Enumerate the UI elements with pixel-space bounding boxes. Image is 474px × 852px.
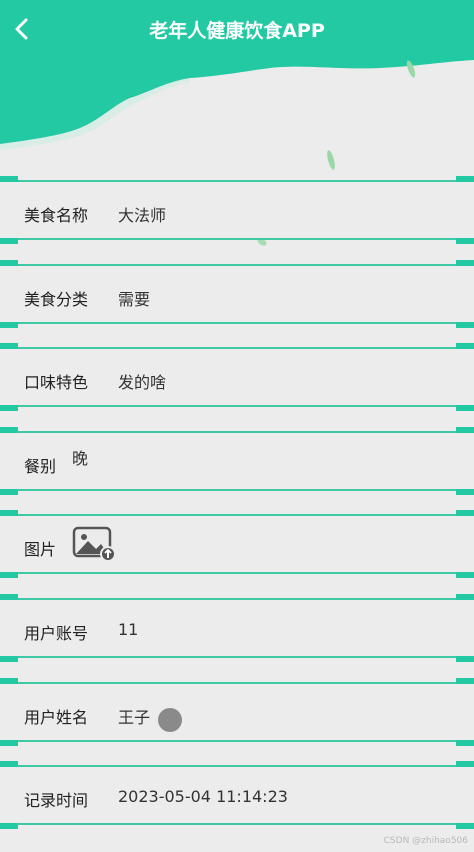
field-label: 图片 [24,540,57,559]
watermark: CSDN @zhihao506 [383,836,468,846]
touch-cursor-indicator [158,708,182,732]
leaf-icon [327,150,335,170]
field-label: 餐别 [24,457,57,476]
decorative-wave [0,58,474,150]
field-meal-type: 餐别 晚 [0,427,474,495]
field-value[interactable]: 王子 [118,704,150,728]
field-value[interactable]: 2023-05-04 11:14:23 [118,787,288,806]
field-taste: 口味特色 发的啥 [0,343,474,411]
field-record-time: 记录时间 2023-05-04 11:14:23 [0,761,474,829]
field-label: 用户姓名 [24,708,89,727]
top-bar: 老年人健康饮食APP [0,0,474,58]
field-label: 美食名称 [24,206,89,225]
field-food-name: 美食名称 大法师 [0,176,474,244]
field-value[interactable]: 发的啥 [118,369,166,393]
field-value[interactable]: 大法师 [118,202,166,226]
leaf-icon [406,60,416,78]
field-food-category: 美食分类 需要 [0,260,474,328]
field-user-account: 用户账号 11 [0,594,474,662]
image-upload-icon[interactable] [72,526,116,562]
field-value[interactable]: 晚 [72,445,88,469]
page-title: 老年人健康饮食APP [149,20,325,42]
field-value[interactable]: 需要 [118,286,150,310]
field-label: 口味特色 [24,373,89,392]
field-label: 用户账号 [24,624,89,643]
field-user-name: 用户姓名 王子 [0,678,474,746]
field-value[interactable]: 11 [118,620,138,639]
field-label: 美食分类 [24,290,89,309]
field-image: 图片 [0,510,474,578]
field-label: 记录时间 [24,791,89,810]
